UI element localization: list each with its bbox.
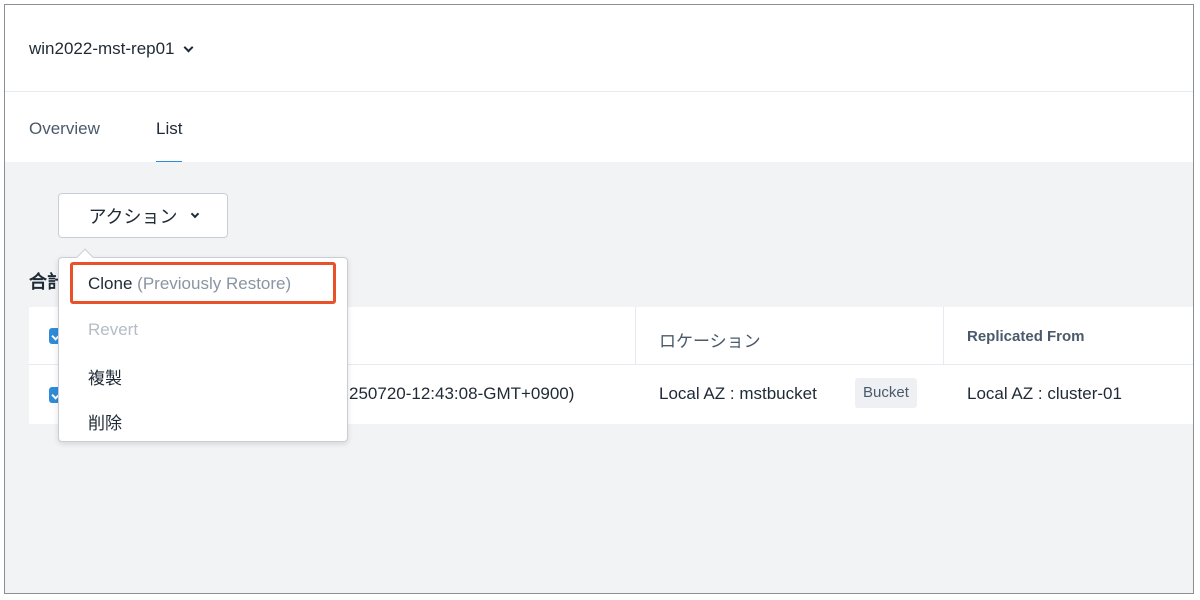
row-location: Local AZ : mstbucket <box>659 384 817 403</box>
chevron-down-icon <box>190 209 199 218</box>
row-replicated-from: Local AZ : cluster-01 <box>967 384 1122 403</box>
column-header-replicated-from[interactable]: Replicated From <box>967 328 1085 345</box>
menu-item-clone-label: Clone <box>88 274 133 293</box>
column-divider <box>943 307 944 365</box>
actions-button-label: アクション <box>88 206 178 227</box>
app-window: win2022-mst-rep01 Overview List アクション 合計… <box>4 4 1194 594</box>
row-name: 250720-12:43:08-GMT+0900) <box>349 384 575 403</box>
tab-list[interactable]: List <box>156 119 183 163</box>
menu-item-clone-sublabel: (Previously Restore) <box>137 274 292 293</box>
menu-item-clone[interactable]: Clone (Previously Restore) <box>88 274 291 294</box>
page-header: win2022-mst-rep01 <box>5 5 1193 92</box>
tab-bar: Overview List <box>5 92 1193 163</box>
entity-selector[interactable]: win2022-mst-rep01 <box>29 39 193 59</box>
menu-item-revert: Revert <box>88 320 139 339</box>
tab-overview[interactable]: Overview <box>29 119 100 161</box>
menu-item-duplicate[interactable]: 複製 <box>88 364 122 389</box>
location-badge: Bucket <box>855 378 917 408</box>
chevron-down-icon <box>183 42 193 52</box>
actions-button[interactable]: アクション <box>58 193 228 238</box>
column-divider <box>635 307 636 365</box>
column-header-location[interactable]: ロケーション <box>659 327 761 352</box>
menu-item-delete[interactable]: 削除 <box>88 409 122 434</box>
entity-title: win2022-mst-rep01 <box>29 39 175 58</box>
actions-dropdown-menu: Clone (Previously Restore) Revert 複製 削除 <box>58 248 348 442</box>
